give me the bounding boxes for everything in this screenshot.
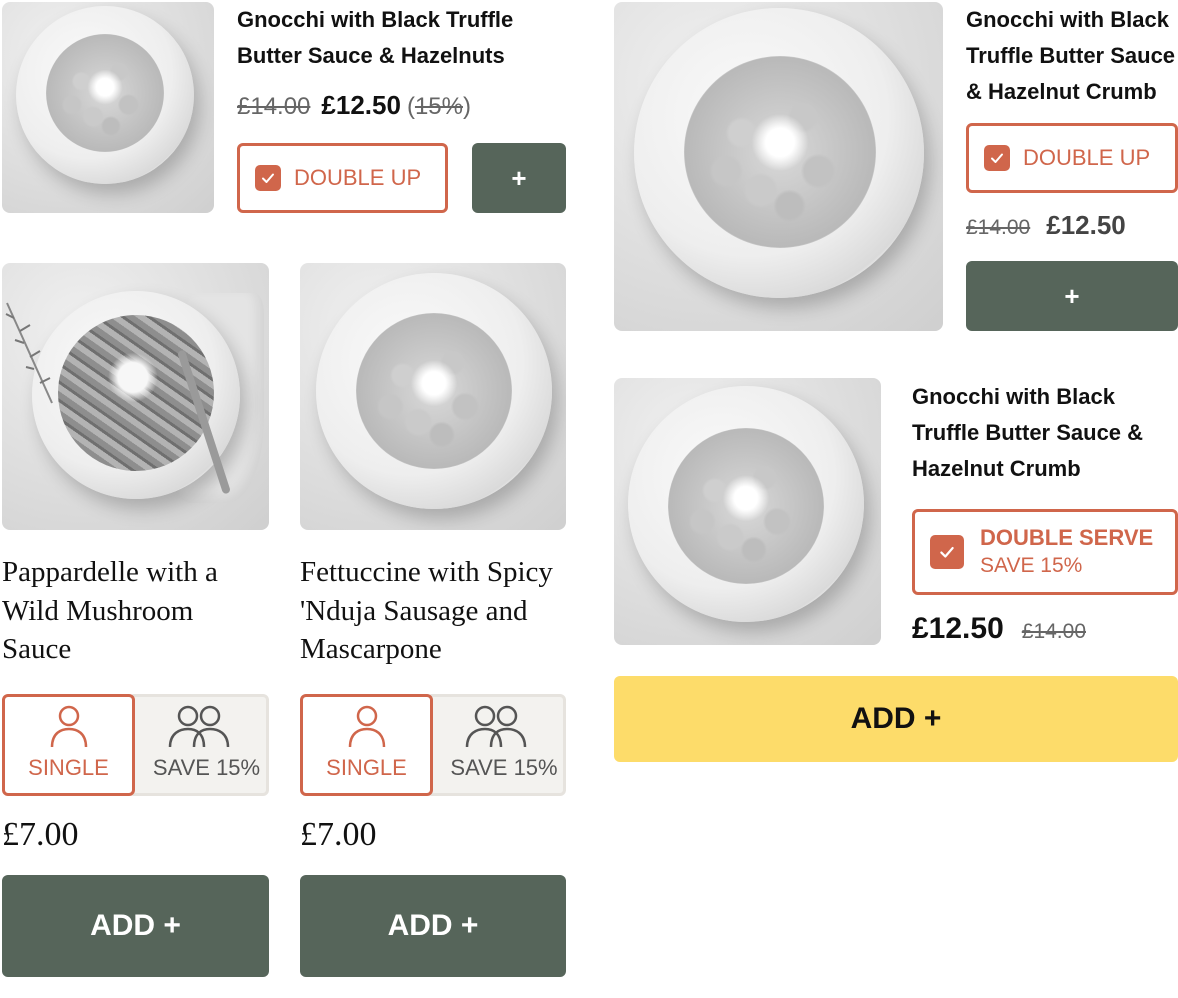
save-portion-option[interactable]: SAVE 15% (426, 694, 566, 796)
product-title-line: Gnocchi with Black (912, 384, 1115, 409)
double-serve-label: DOUBLE SERVE (980, 525, 1154, 550)
save-portion-label: SAVE 15% (152, 755, 261, 780)
product-title-line: Gnocchi with Black Truffle (237, 7, 514, 32)
add-button-label: ADD + (850, 702, 942, 735)
product-title-line: Pappardelle with a (2, 556, 218, 588)
original-price: £14.00 (237, 93, 311, 120)
discount-percent: 15% (414, 93, 463, 120)
product-image-gnocchi[interactable] (614, 2, 943, 331)
product-title-line: Gnocchi with Black (966, 7, 1169, 32)
plus-icon: + (511, 162, 527, 193)
double-up-label: DOUBLE UP (294, 165, 422, 190)
product-image-fettuccine[interactable] (300, 263, 566, 530)
product-title-line: Wild Mushroom (2, 594, 194, 627)
rosemary-icon (5, 302, 53, 404)
product-title-line: Fettuccine with Spicy (300, 556, 553, 588)
person-icon (50, 705, 87, 748)
price-row: £14.00 £12.50 (15%) (237, 90, 471, 126)
add-button[interactable]: + (472, 143, 566, 213)
product-title[interactable]: Gnocchi with Black Truffle Butter Sauce … (966, 2, 1178, 110)
add-button[interactable]: ADD + (2, 875, 269, 977)
price-row: £12.50 £14.00 (912, 612, 1086, 652)
price: £7.00 (2, 816, 79, 853)
product-title-line: Truffle Butter Sauce & (912, 420, 1144, 445)
two-people-icon (465, 705, 527, 748)
double-up-label: DOUBLE UP (1023, 145, 1151, 170)
product-title[interactable]: Gnocchi with Black Truffle Butter Sauce … (912, 379, 1178, 487)
product-title[interactable]: Pappardelle with a Wild Mushroom Sauce (2, 553, 272, 669)
product-image-gnocchi[interactable] (614, 378, 881, 645)
discount-open: ( (406, 93, 415, 120)
original-price: £14.00 (966, 216, 1031, 239)
product-title-line: Sauce (2, 633, 72, 665)
checkbox-checked-icon (984, 145, 1010, 171)
sale-price: £12.50 (1046, 210, 1126, 240)
checkbox-checked-icon (255, 165, 281, 191)
product-title[interactable]: Fettuccine with Spicy 'Nduja Sausage and… (300, 553, 570, 669)
sale-price: £12.50 (912, 612, 1004, 645)
product-image-pappardelle[interactable] (2, 263, 269, 530)
double-serve-text: DOUBLE SERVE SAVE 15% (980, 524, 1153, 580)
add-button-label: ADD + (387, 909, 479, 942)
price: £7.00 (300, 816, 377, 853)
add-button[interactable]: ADD + (614, 676, 1178, 762)
double-serve-saving: SAVE 15% (980, 554, 1083, 577)
save-portion-label: SAVE 15% (450, 755, 558, 780)
save-portion-option[interactable]: SAVE 15% (128, 694, 269, 796)
product-title[interactable]: Gnocchi with Black Truffle Butter Sauce … (237, 2, 567, 74)
price-row: £14.00 £12.50 (966, 210, 1126, 246)
add-button-label: ADD + (90, 909, 181, 942)
discount-close: ) (462, 93, 471, 120)
double-up-toggle[interactable]: DOUBLE UP (966, 123, 1178, 193)
sale-price: £12.50 (321, 90, 401, 120)
checkbox-checked-icon (930, 535, 964, 569)
product-title-line: Hazelnut Crumb (912, 456, 1081, 481)
add-button[interactable]: ADD + (300, 875, 566, 977)
single-portion-label: SINGLE (326, 755, 407, 780)
single-portion-option[interactable]: SINGLE (2, 694, 135, 796)
person-icon (348, 705, 385, 748)
single-portion-label: SINGLE (28, 755, 109, 780)
product-title-line: 'Nduja Sausage and (300, 594, 528, 627)
add-button[interactable]: + (966, 261, 1178, 331)
double-up-toggle[interactable]: DOUBLE UP (237, 143, 448, 213)
plus-icon: + (1064, 280, 1080, 311)
product-image-gnocchi[interactable] (2, 2, 214, 213)
product-title-line: Butter Sauce & Hazelnuts (237, 43, 505, 68)
product-title-line: & Hazelnut Crumb (966, 79, 1157, 104)
product-title-line: Mascarpone (300, 633, 442, 665)
two-people-icon (168, 705, 229, 748)
double-serve-toggle[interactable]: DOUBLE SERVE SAVE 15% (912, 509, 1178, 595)
product-title-line: Truffle Butter Sauce (966, 43, 1176, 68)
single-portion-option[interactable]: SINGLE (300, 694, 433, 796)
original-price: £14.00 (1021, 620, 1086, 643)
